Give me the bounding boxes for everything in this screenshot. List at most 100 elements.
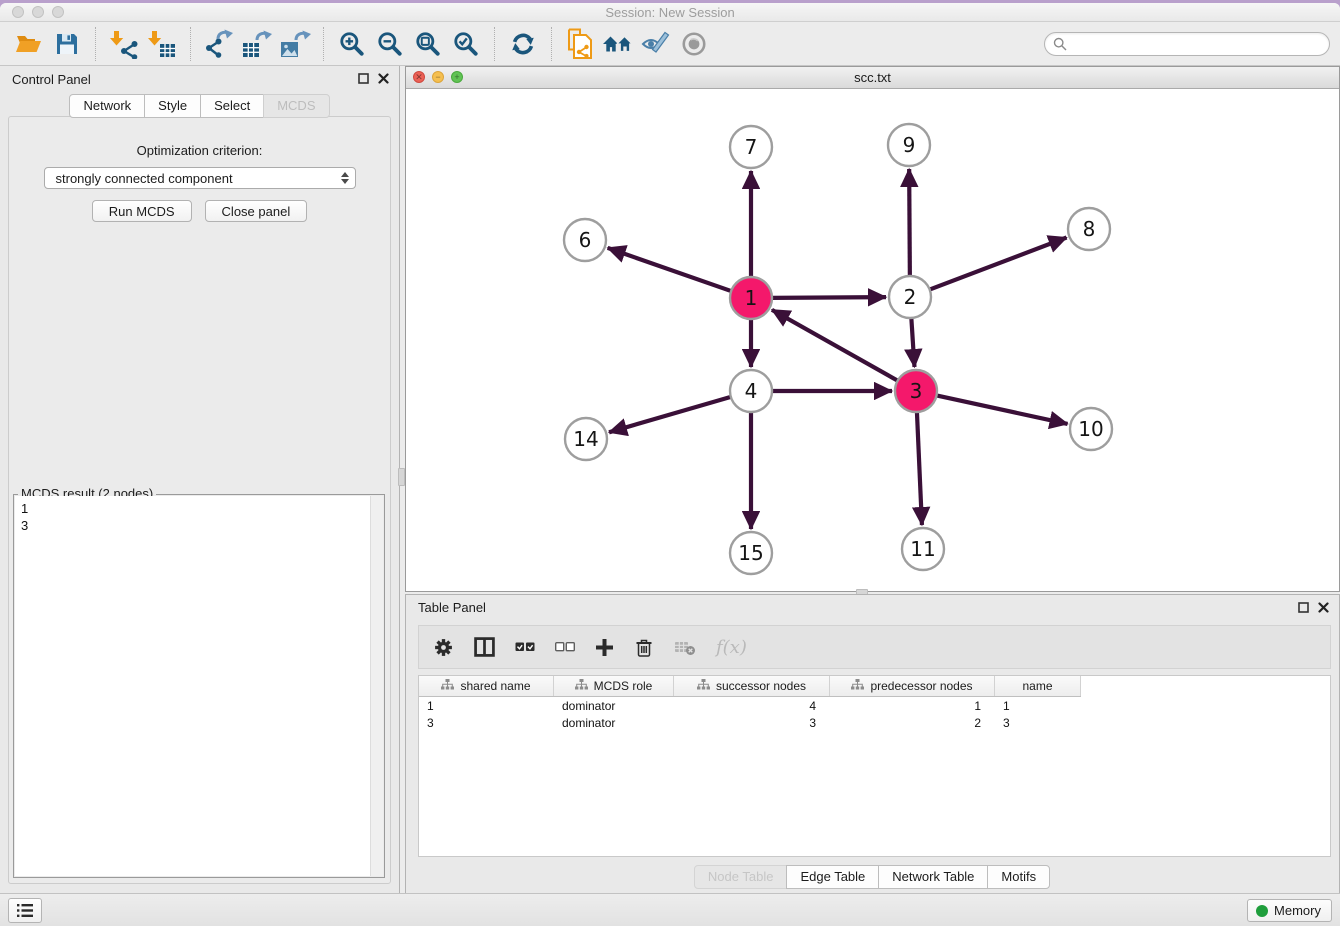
tab-mcds[interactable]: MCDS [263, 94, 329, 118]
table-row[interactable]: 1dominator411 [419, 697, 1330, 714]
graph-node-label: 3 [910, 379, 923, 403]
memory-status-icon [1256, 905, 1268, 917]
table-cell: 2 [830, 716, 995, 730]
search-input[interactable] [1072, 37, 1321, 51]
table-body: 1dominator4113dominator323 [419, 697, 1330, 731]
graph-node-label: 4 [745, 379, 758, 403]
run-mcds-button[interactable]: Run MCDS [92, 200, 192, 222]
export-network-icon[interactable] [200, 25, 238, 63]
zoom-fit-icon[interactable] [409, 25, 447, 63]
column-header[interactable]: name [995, 676, 1081, 696]
graph-edge[interactable] [608, 248, 732, 291]
node-table[interactable]: shared name MCDS rolesuccessor nodesprede… [418, 675, 1331, 857]
column-header[interactable]: shared name [419, 676, 554, 696]
float-table-panel-icon[interactable] [1298, 602, 1309, 613]
control-panel-title: Control Panel [12, 72, 91, 87]
table-toolbar: f(x) [418, 625, 1331, 669]
graph-edge[interactable] [937, 395, 1068, 423]
zoom-in-icon[interactable] [333, 25, 371, 63]
tab-network[interactable]: Network [69, 94, 145, 118]
homes-icon[interactable] [599, 25, 637, 63]
function-builder-icon[interactable]: f(x) [716, 637, 747, 658]
table-panel-title: Table Panel [418, 600, 486, 615]
graph-edge[interactable] [917, 412, 922, 525]
main-toolbar [0, 22, 1340, 66]
column-header[interactable]: predecessor nodes [830, 676, 995, 696]
mcds-result-text[interactable]: 13 [15, 496, 383, 876]
delete-table-icon[interactable] [674, 639, 696, 656]
column-header[interactable]: MCDS role [554, 676, 674, 696]
graph-edge[interactable] [772, 297, 886, 298]
zoom-selected-icon[interactable] [447, 25, 485, 63]
open-folder-icon[interactable] [10, 25, 48, 63]
selected-criterion: strongly connected component [56, 171, 341, 186]
window-title: Session: New Session [0, 5, 1340, 20]
graph-edge[interactable] [930, 238, 1067, 290]
table-cell: 1 [995, 699, 1081, 713]
table-row[interactable]: 3dominator323 [419, 714, 1330, 731]
graph-node-label: 1 [745, 286, 758, 310]
refresh-layout-icon[interactable] [504, 25, 542, 63]
graph-node-label: 2 [904, 285, 917, 309]
tab-node-table[interactable]: Node Table [694, 865, 788, 889]
graph-node-label: 14 [573, 427, 598, 451]
table-cell: 3 [995, 716, 1081, 730]
search-icon [1053, 37, 1067, 51]
task-history-button[interactable] [8, 898, 42, 923]
optimization-criterion-select[interactable]: strongly connected component [44, 167, 356, 189]
column-type-icon [697, 679, 710, 693]
tab-network-table[interactable]: Network Table [878, 865, 988, 889]
column-header-label: shared name [460, 679, 530, 693]
network-window-titlebar[interactable]: ✕ − + scc.txt [406, 67, 1339, 89]
result-scrollbar[interactable] [370, 496, 383, 876]
vertical-splitter-handle[interactable] [398, 468, 405, 486]
graph-edge[interactable] [909, 169, 910, 276]
close-table-panel-icon[interactable] [1318, 602, 1329, 613]
hide-annotations-icon[interactable] [637, 25, 675, 63]
column-header[interactable]: successor nodes [674, 676, 830, 696]
graph-edge[interactable] [772, 310, 898, 381]
save-icon[interactable] [48, 25, 86, 63]
search-field[interactable] [1044, 32, 1330, 56]
deselect-checkboxes-icon[interactable] [555, 642, 575, 652]
import-network-icon[interactable] [105, 25, 143, 63]
import-table-icon[interactable] [143, 25, 181, 63]
application-window: Session: New Session [0, 3, 1340, 926]
toolbar-separator [323, 27, 324, 61]
tab-select[interactable]: Select [200, 94, 264, 118]
tab-motifs[interactable]: Motifs [987, 865, 1050, 889]
memory-label: Memory [1274, 903, 1321, 918]
zoom-out-icon[interactable] [371, 25, 409, 63]
table-cell: dominator [554, 699, 674, 713]
tab-style[interactable]: Style [144, 94, 201, 118]
toolbar-separator [95, 27, 96, 61]
settings-gear-icon[interactable] [433, 637, 454, 658]
memory-button[interactable]: Memory [1247, 899, 1332, 922]
network-file-icon[interactable] [561, 25, 599, 63]
control-panel-tabs: Network Style Select MCDS [0, 94, 399, 118]
network-view-window: ✕ − + scc.txt 7968124314101511 [405, 66, 1340, 592]
add-column-icon[interactable] [595, 638, 614, 657]
mcds-result-line: 1 [21, 500, 383, 517]
network-window-title: scc.txt [406, 70, 1339, 85]
export-image-icon[interactable] [276, 25, 314, 63]
control-panel: Control Panel Network Style Select MCDS … [0, 66, 400, 893]
show-graphics-details-icon[interactable] [675, 25, 713, 63]
close-panel-button[interactable]: Close panel [205, 200, 308, 222]
float-panel-icon[interactable] [358, 73, 369, 84]
graph-edge[interactable] [609, 397, 731, 432]
table-cell: 3 [419, 716, 554, 730]
table-cell: 1 [419, 699, 554, 713]
split-columns-icon[interactable] [474, 637, 495, 657]
network-graph[interactable]: 7968124314101511 [406, 89, 1339, 591]
close-panel-icon[interactable] [378, 73, 389, 84]
column-type-icon [851, 679, 864, 693]
graph-edge[interactable] [911, 318, 914, 367]
export-table-icon[interactable] [238, 25, 276, 63]
select-all-checkboxes-icon[interactable] [515, 642, 535, 652]
table-cell: dominator [554, 716, 674, 730]
delete-column-icon[interactable] [634, 637, 654, 658]
tab-edge-table[interactable]: Edge Table [786, 865, 879, 889]
table-cell: 1 [830, 699, 995, 713]
graph-node-label: 15 [738, 541, 763, 565]
